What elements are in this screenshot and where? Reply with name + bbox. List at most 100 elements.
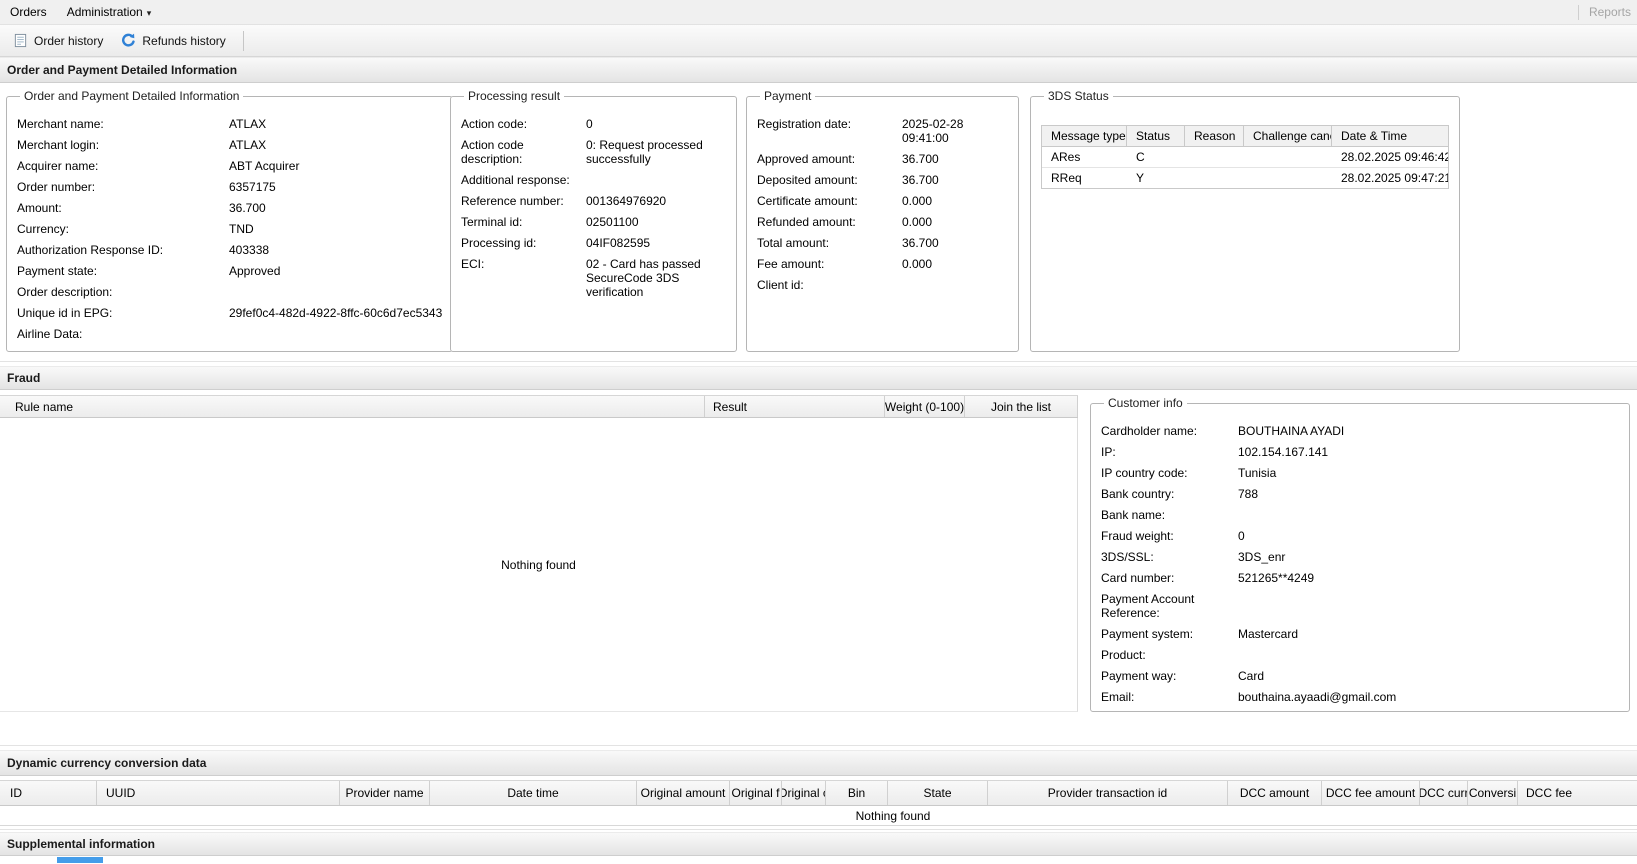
menu-orders[interactable]: Orders <box>0 0 57 24</box>
cell-reason <box>1185 147 1244 167</box>
menu-administration-label: Administration <box>67 5 143 19</box>
field-value: 0.000 <box>902 215 1008 229</box>
field-label: Unique id in EPG: <box>17 306 229 320</box>
section-header-fraud: Fraud <box>0 366 1637 390</box>
field-row: Order description: <box>17 285 442 299</box>
three-ds-column-header[interactable]: Status <box>1127 126 1185 146</box>
section-header-order-payment: Order and Payment Detailed Information <box>0 57 1637 83</box>
field-value: 788 <box>1238 487 1619 501</box>
three-ds-column-header[interactable]: Message type <box>1042 126 1127 146</box>
field-value: 0: Request processed successfully <box>586 138 726 166</box>
field-value: 0.000 <box>902 257 1008 271</box>
three-ds-table-row[interactable]: RReq Y 28.02.2025 09:47:21 <box>1042 168 1448 188</box>
field-value: 36.700 <box>902 236 1008 250</box>
three-ds-column-header[interactable]: Date & Time <box>1332 126 1448 146</box>
dcc-column-header[interactable]: Original c <box>782 781 826 805</box>
field-value: 02501100 <box>586 215 726 229</box>
refunds-history-button[interactable]: Refunds history <box>112 29 234 52</box>
field-row: Additional response: <box>461 173 726 187</box>
dcc-column-header[interactable]: State <box>888 781 988 805</box>
three-ds-column-header[interactable]: Challenge cancel <box>1244 126 1332 146</box>
dcc-column-header[interactable]: Provider transaction id <box>988 781 1228 805</box>
dcc-column-header[interactable]: Provider name <box>340 781 430 805</box>
field-label: Order description: <box>17 285 229 299</box>
three-ds-table: Message type Status Reason Challenge can… <box>1041 125 1449 189</box>
field-value: ATLAX <box>229 117 442 131</box>
field-value: 0.000 <box>902 194 1008 208</box>
payment-fields: Registration date: 2025-02-28 09:41:00 A… <box>757 117 1008 292</box>
field-label: Payment way: <box>1101 669 1238 683</box>
field-label: Reference number: <box>461 194 586 208</box>
field-label: Payment system: <box>1101 627 1238 641</box>
dcc-column-header[interactable]: Original f <box>730 781 782 805</box>
dcc-column-header[interactable]: DCC fee <box>1518 781 1637 805</box>
menu-administration[interactable]: Administration▾ <box>57 0 162 25</box>
fraud-column-header[interactable]: Weight (0-100) <box>885 396 965 417</box>
dcc-column-header[interactable]: Bin <box>826 781 888 805</box>
menu-reports[interactable]: Reports <box>1579 0 1635 24</box>
dcc-column-header[interactable]: DCC amount <box>1228 781 1322 805</box>
dcc-column-header[interactable]: UUID <box>97 781 340 805</box>
three-ds-table-header: Message type Status Reason Challenge can… <box>1042 126 1448 147</box>
field-row: Currency: TND <box>17 222 442 236</box>
field-value: 403338 <box>229 243 442 257</box>
field-value: Approved <box>229 264 442 278</box>
dcc-column-header[interactable]: DCC curr <box>1420 781 1468 805</box>
field-row: Product: <box>1101 648 1619 662</box>
field-label: Client id: <box>757 278 902 292</box>
field-value <box>1238 508 1619 522</box>
dcc-column-header[interactable]: DCC fee amount <box>1322 781 1420 805</box>
section-header-order-payment-label: Order and Payment Detailed Information <box>7 63 237 77</box>
field-row: Registration date: 2025-02-28 09:41:00 <box>757 117 1008 145</box>
three-ds-column-header[interactable]: Reason <box>1185 126 1244 146</box>
field-row: Reference number: 001364976920 <box>461 194 726 208</box>
customer-info-panel: Customer info Cardholder name: BOUTHAINA… <box>1090 396 1630 712</box>
dcc-column-header[interactable]: Date time <box>430 781 637 805</box>
fraud-column-header[interactable]: Rule name <box>0 396 705 417</box>
dcc-column-header[interactable]: Conversi <box>1468 781 1518 805</box>
order-info-fields: Merchant name: ATLAX Merchant login: ATL… <box>17 117 442 341</box>
field-label: Cardholder name: <box>1101 424 1238 438</box>
divider <box>0 745 1637 746</box>
field-value: 0 <box>1238 529 1619 543</box>
field-row: Payment Account Reference: <box>1101 592 1619 620</box>
field-label: Authorization Response ID: <box>17 243 229 257</box>
field-label: IP country code: <box>1101 466 1238 480</box>
field-label: Product: <box>1101 648 1238 662</box>
dcc-column-header[interactable]: ID <box>0 781 97 805</box>
field-value <box>902 278 1008 292</box>
field-value: ABT Acquirer <box>229 159 442 173</box>
three-ds-table-row[interactable]: ARes C 28.02.2025 09:46:42 <box>1042 147 1448 168</box>
field-value: BOUTHAINA AYADI <box>1238 424 1619 438</box>
cell-challenge-cancel <box>1244 147 1332 167</box>
field-row: Client id: <box>757 278 1008 292</box>
field-label: Bank name: <box>1101 508 1238 522</box>
dcc-column-header[interactable]: Original amount <box>637 781 730 805</box>
fraud-column-header[interactable]: Join the list <box>965 396 1078 417</box>
field-row: Unique id in EPG: 29fef0c4-482d-4922-8ff… <box>17 306 442 320</box>
field-row: 3DS/SSL: 3DS_enr <box>1101 550 1619 564</box>
divider <box>0 829 1637 830</box>
field-value: ATLAX <box>229 138 442 152</box>
field-value: 521265**4249 <box>1238 571 1619 585</box>
field-row: Fee amount: 0.000 <box>757 257 1008 271</box>
field-value: 3DS_enr <box>1238 550 1619 564</box>
field-value: TND <box>229 222 442 236</box>
three-ds-status-legend: 3DS Status <box>1044 89 1113 103</box>
field-label: Refunded amount: <box>757 215 902 229</box>
field-row: Acquirer name: ABT Acquirer <box>17 159 442 173</box>
field-value <box>229 327 442 341</box>
order-info-panel: Order and Payment Detailed Information M… <box>6 89 453 352</box>
field-row: Action code: 0 <box>461 117 726 131</box>
field-label: Payment state: <box>17 264 229 278</box>
fraud-column-header[interactable]: Result <box>705 396 885 417</box>
refunds-history-label: Refunds history <box>142 34 225 48</box>
cell-status: C <box>1127 147 1185 167</box>
field-row: Email: bouthaina.ayaadi@gmail.com <box>1101 690 1619 704</box>
field-row: Amount: 36.700 <box>17 201 442 215</box>
order-history-button[interactable]: Order history <box>4 29 112 52</box>
field-row: Merchant login: ATLAX <box>17 138 442 152</box>
field-label: Deposited amount: <box>757 173 902 187</box>
field-value: 36.700 <box>229 201 442 215</box>
toolbar: Order history Refunds history <box>0 25 1637 57</box>
